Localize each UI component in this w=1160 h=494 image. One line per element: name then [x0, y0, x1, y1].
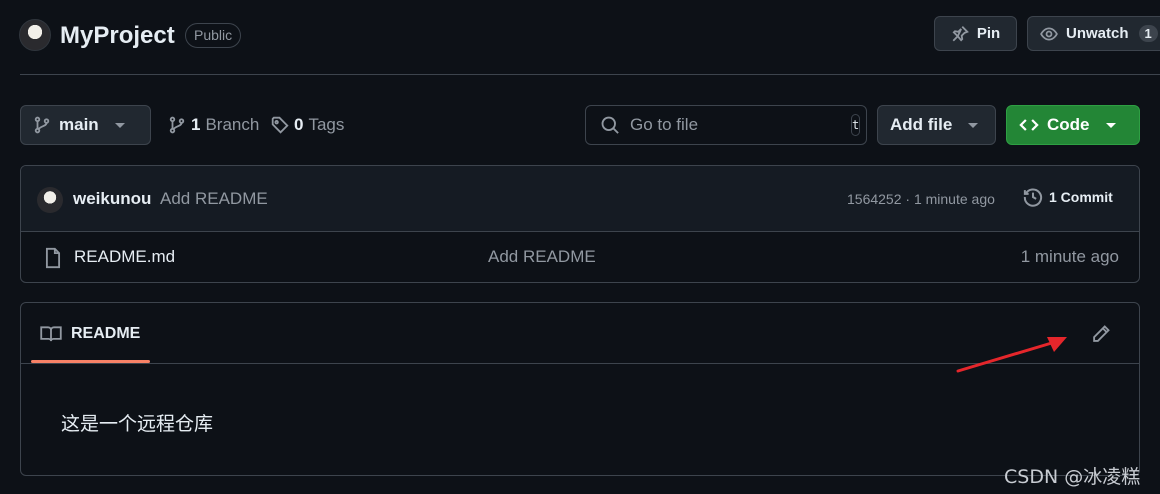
- branch-name: main: [59, 115, 99, 134]
- pin-label: Pin: [976, 25, 1001, 42]
- edit-readme-button[interactable]: [1088, 321, 1114, 347]
- tag-label: Tags: [308, 115, 345, 134]
- git-branch-icon: [168, 116, 186, 134]
- add-file-label: Add file: [890, 115, 953, 134]
- commit-meta[interactable]: 1564252 · 1 minute ago: [847, 191, 995, 207]
- pin-icon: [951, 25, 969, 43]
- go-to-file-search[interactable]: t: [585, 105, 867, 145]
- search-icon: [600, 115, 620, 135]
- readme-content: 这是一个远程仓库: [61, 413, 214, 435]
- latest-commit-bar: weikunou Add README 1564252 · 1 minute a…: [21, 166, 1139, 232]
- branch-count: 1: [191, 115, 201, 134]
- annotation-arrow-icon: [956, 337, 1067, 373]
- file-time: 1 minute ago: [1020, 247, 1119, 266]
- readme-tab-label: README: [71, 324, 141, 342]
- tag-count: 0: [294, 115, 304, 134]
- pencil-icon: [1091, 324, 1111, 344]
- commits-link[interactable]: 1 Commit: [1023, 187, 1113, 207]
- eye-icon: [1040, 25, 1058, 43]
- pin-button[interactable]: Pin: [934, 16, 1017, 51]
- history-icon: [1023, 187, 1043, 207]
- visibility-badge: Public: [185, 23, 242, 48]
- tag-icon: [271, 116, 289, 134]
- commit-author[interactable]: weikunou: [73, 189, 151, 209]
- branches-link[interactable]: 1 Branch: [168, 115, 259, 135]
- tab-readme[interactable]: README: [31, 303, 149, 364]
- file-name[interactable]: README.md: [74, 247, 175, 267]
- watermark: CSDN @冰凌糕: [1004, 466, 1141, 488]
- chevron-down-icon: [114, 122, 125, 128]
- tags-link[interactable]: 0 Tags: [271, 115, 344, 135]
- commit-message[interactable]: Add README: [160, 189, 268, 209]
- book-icon: [40, 325, 62, 343]
- avatar[interactable]: [37, 187, 63, 213]
- code-label: Code: [1047, 115, 1090, 134]
- chevron-down-icon: [1105, 122, 1116, 128]
- add-file-button[interactable]: Add file: [877, 105, 996, 145]
- commits-label: 1 Commit: [1049, 189, 1113, 205]
- unwatch-label: Unwatch: [1066, 25, 1129, 42]
- repo-name[interactable]: MyProject: [60, 20, 175, 52]
- header-divider: [20, 74, 1160, 75]
- shortcut-hint: t: [851, 114, 861, 136]
- file-commit-message[interactable]: Add README: [488, 247, 596, 267]
- file-icon: [43, 247, 63, 269]
- git-branch-icon: [33, 116, 51, 134]
- repo-avatar: [19, 19, 51, 51]
- file-browser: weikunou Add README 1564252 · 1 minute a…: [20, 165, 1140, 283]
- table-row[interactable]: README.md Add README 1 minute ago: [21, 232, 1139, 282]
- readme-panel: README 这是一个远程仓库: [20, 302, 1140, 476]
- branch-select-button[interactable]: main: [20, 105, 151, 145]
- chevron-down-icon: [968, 122, 979, 128]
- watch-count: 1: [1138, 25, 1158, 42]
- unwatch-button[interactable]: Unwatch 1: [1027, 16, 1160, 51]
- code-button[interactable]: Code: [1006, 105, 1140, 145]
- code-icon: [1019, 115, 1039, 135]
- branch-label: Branch: [205, 115, 260, 134]
- search-input[interactable]: [630, 115, 851, 135]
- tab-underline: [31, 360, 150, 363]
